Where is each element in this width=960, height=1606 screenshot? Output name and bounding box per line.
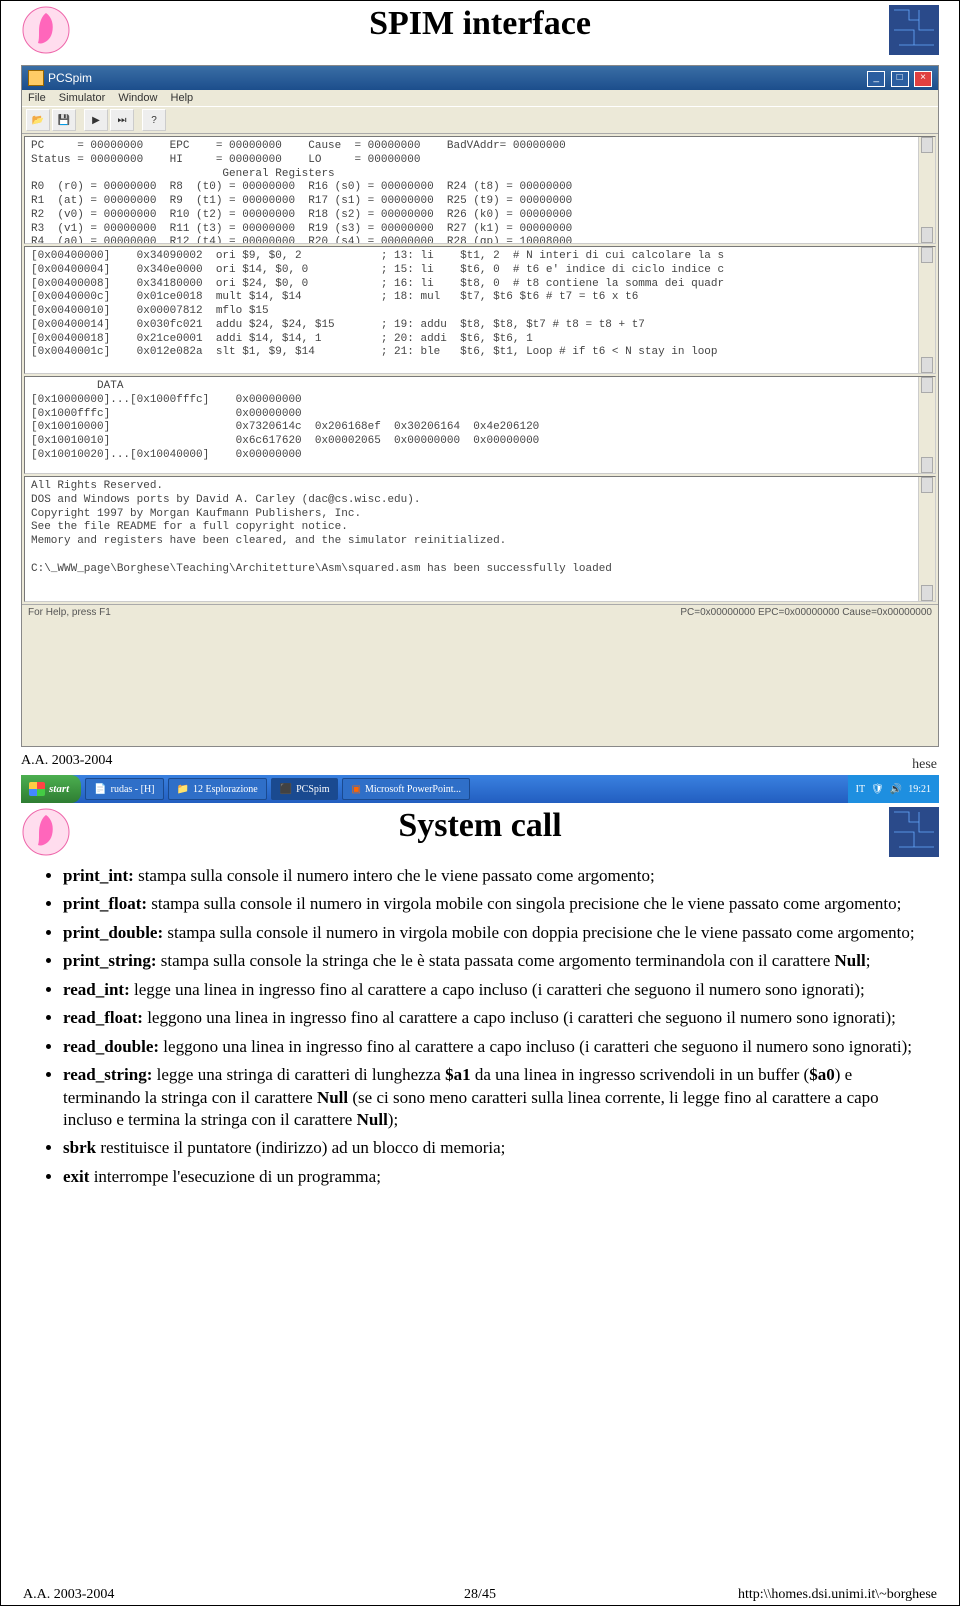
syscall-item: read_string: legge una stringa di caratt… xyxy=(63,1064,919,1131)
help-icon[interactable]: ? xyxy=(142,109,166,131)
syscall-item: sbrk restituisce il puntatore (indirizzo… xyxy=(63,1137,919,1159)
menu-simulator[interactable]: Simulator xyxy=(59,92,105,104)
slide-number: 28/45 xyxy=(464,1587,496,1603)
slide-title: System call xyxy=(1,803,959,845)
uni-emblem-icon xyxy=(21,5,71,55)
slide-spim-interface: SPIM interface PCSpim _ □ × File Simulat… xyxy=(1,1,959,803)
save-icon[interactable]: 💾 xyxy=(52,109,76,131)
syscall-name: print_double: xyxy=(63,923,163,942)
syscall-item: read_float: leggono una linea in ingress… xyxy=(63,1007,919,1029)
windows-taskbar: start 📄rudas - [H] 📁12 Esplorazione ⬛PCS… xyxy=(21,775,939,803)
windows-logo-icon xyxy=(29,782,45,796)
syscall-name: read_string: xyxy=(63,1065,152,1084)
chip-emblem-icon xyxy=(889,5,939,55)
syscall-item: print_int: stampa sulla console il numer… xyxy=(63,865,919,887)
slide-title: SPIM interface xyxy=(1,1,959,43)
taskbar-item[interactable]: 📄rudas - [H] xyxy=(85,778,163,800)
chip-emblem-icon xyxy=(889,807,939,857)
powerpoint-icon: ▣ xyxy=(351,784,360,795)
taskbar-item[interactable]: ▣Microsoft PowerPoint... xyxy=(342,778,470,800)
step-icon[interactable]: ⏭ xyxy=(110,109,134,131)
scrollbar[interactable] xyxy=(918,247,935,373)
syscall-list: print_int: stampa sulla console il numer… xyxy=(41,865,919,1188)
syscall-name: exit xyxy=(63,1167,89,1186)
footer-year: A.A. 2003-2004 xyxy=(23,1587,114,1603)
syscall-item: exit interrompe l'esecuzione di un progr… xyxy=(63,1166,919,1188)
close-button[interactable]: × xyxy=(914,71,932,87)
syscall-name: print_float: xyxy=(63,894,147,913)
registers-pane[interactable]: PC = 00000000 EPC = 00000000 Cause = 000… xyxy=(24,136,936,244)
start-button[interactable]: start xyxy=(21,775,81,803)
toolbar: 📂 💾 ▶ ⏭ ? xyxy=(22,106,938,134)
scrollbar[interactable] xyxy=(918,377,935,473)
syscall-name: print_int: xyxy=(63,866,134,885)
spim-screenshot: PCSpim _ □ × File Simulator Window Help … xyxy=(21,65,939,747)
syscall-item: print_string: stampa sulla console la st… xyxy=(63,950,919,972)
slide-system-call: System call print_int: stampa sulla cons… xyxy=(1,803,959,1605)
status-help: For Help, press F1 xyxy=(28,607,111,618)
status-registers: PC=0x00000000 EPC=0x00000000 Cause=0x000… xyxy=(680,607,932,618)
open-icon[interactable]: 📂 xyxy=(26,109,50,131)
syscall-item: read_int: legge una linea in ingresso fi… xyxy=(63,979,919,1001)
tray-icon[interactable]: 🛡 xyxy=(871,784,884,795)
messages-pane[interactable]: All Rights Reserved. DOS and Windows por… xyxy=(24,476,936,602)
tray-clock[interactable]: 19:21 xyxy=(908,784,931,795)
data-segment-pane[interactable]: DATA [0x10000000]...[0x1000fffc] 0x00000… xyxy=(24,376,936,474)
menu-file[interactable]: File xyxy=(28,92,46,104)
menu-help[interactable]: Help xyxy=(171,92,194,104)
syscall-item: read_double: leggono una linea in ingres… xyxy=(63,1036,919,1058)
app-icon: 📄 xyxy=(94,784,106,795)
syscall-item: print_float: stampa sulla console il num… xyxy=(63,893,919,915)
app-icon: ⬛ xyxy=(280,784,292,795)
scrollbar[interactable] xyxy=(918,477,935,601)
status-bar: For Help, press F1 PC=0x00000000 EPC=0x0… xyxy=(22,604,938,620)
window-title: PCSpim xyxy=(48,71,92,85)
window-controls: _ □ × xyxy=(865,69,932,87)
tray-icon[interactable]: 🔊 xyxy=(890,784,902,795)
syscall-name: read_double: xyxy=(63,1037,159,1056)
syscall-name: print_string: xyxy=(63,951,157,970)
system-tray[interactable]: IT 🛡 🔊 19:21 xyxy=(848,775,939,803)
syscall-item: print_double: stampa sulla console il nu… xyxy=(63,922,919,944)
menu-bar: File Simulator Window Help xyxy=(22,90,938,106)
run-icon[interactable]: ▶ xyxy=(84,109,108,131)
uni-emblem-icon xyxy=(21,807,71,857)
footer-url-partial: hese xyxy=(912,757,937,773)
menu-window[interactable]: Window xyxy=(118,92,157,104)
footer-url: http:\\homes.dsi.unimi.it\~borghese xyxy=(738,1587,937,1603)
app-icon xyxy=(28,70,44,86)
folder-icon: 📁 xyxy=(177,784,189,795)
syscall-name: sbrk xyxy=(63,1138,96,1157)
taskbar-item[interactable]: ⬛PCSpim xyxy=(271,778,339,800)
window-titlebar[interactable]: PCSpim _ □ × xyxy=(22,66,938,90)
maximize-button[interactable]: □ xyxy=(891,71,909,87)
footer-year: A.A. 2003-2004 xyxy=(21,753,112,769)
scrollbar[interactable] xyxy=(918,137,935,243)
taskbar-item[interactable]: 📁12 Esplorazione xyxy=(168,778,267,800)
text-segment-pane[interactable]: [0x00400000] 0x34090002 ori $9, $0, 2 ; … xyxy=(24,246,936,374)
tray-lang[interactable]: IT xyxy=(856,784,865,795)
syscall-name: read_float: xyxy=(63,1008,143,1027)
syscall-name: read_int: xyxy=(63,980,130,999)
minimize-button[interactable]: _ xyxy=(867,71,885,87)
